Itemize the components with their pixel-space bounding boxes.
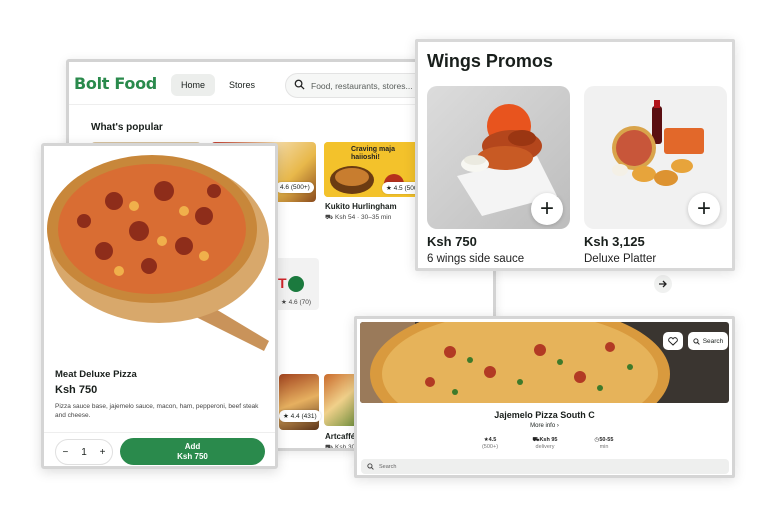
- delivery-icon: ⛟: [325, 444, 334, 451]
- pizza-image: [47, 155, 269, 351]
- arrow-right-icon: [659, 280, 667, 288]
- rating-badge: 4.6 (500+): [276, 182, 314, 193]
- search-button-label: Search: [702, 337, 724, 345]
- footer-divider: [44, 432, 275, 433]
- store-time-stat: ◷50-55 min: [594, 437, 614, 450]
- dish-description: Pizza sauce base, jajemelo sauce, macon,…: [55, 403, 259, 419]
- dish-title: Meat Deluxe Pizza: [55, 369, 137, 380]
- store-title: Jajemelo Pizza South C: [494, 410, 595, 420]
- svg-text:T: T: [278, 275, 287, 291]
- carousel-next-button[interactable]: [654, 275, 672, 293]
- quantity-value: 1: [81, 446, 87, 458]
- rating-badge: ★ 4.4 (431): [279, 410, 321, 422]
- star-icon: ★: [283, 413, 289, 420]
- minus-button[interactable]: −: [62, 447, 68, 458]
- heart-icon: [668, 336, 678, 346]
- store-delivery-meta: ⛟ Ksh 54 · 30–35 min: [325, 214, 392, 221]
- promo-banner-text: Craving maja haiioshi!: [351, 146, 395, 161]
- store-search-placeholder: Search: [379, 463, 397, 470]
- store-menu-search-input[interactable]: Search: [361, 459, 729, 474]
- nav-home-tab[interactable]: Home: [171, 74, 215, 96]
- star-icon: ★: [281, 299, 287, 306]
- dish-image: [44, 146, 275, 356]
- dish-detail-card: Meat Deluxe Pizza Ksh 750 Pizza sauce ba…: [41, 143, 278, 469]
- store-name[interactable]: Kukito Hurlingham: [325, 202, 397, 211]
- add-button-label: Add: [184, 441, 201, 451]
- search-icon: [367, 463, 374, 470]
- store-delivery-meta: ⛟ Ksh 30: [325, 444, 356, 451]
- more-info-link[interactable]: More info ›: [357, 423, 732, 429]
- add-button-price: Ksh 750: [177, 451, 208, 461]
- add-to-order-button[interactable]: Add Ksh 750: [120, 438, 265, 465]
- store-hero-image: Search: [360, 322, 729, 403]
- main-search-placeholder: Food, restaurants, stores...: [311, 80, 413, 91]
- favorite-button[interactable]: [663, 332, 683, 350]
- delivery-icon: ⛟: [325, 214, 334, 221]
- promo-name[interactable]: Deluxe Platter: [584, 253, 656, 265]
- wings-promos-title: Wings Promos: [427, 51, 553, 71]
- quantity-stepper: − 1 +: [55, 439, 113, 465]
- store-page-card: Search Jajemelo Pizza South C More info …: [354, 316, 735, 478]
- promo-price: Ksh 750: [427, 234, 477, 249]
- rating-text: ★ 4.6 (70): [281, 299, 312, 306]
- wings-promos-card: Wings Promos + Ksh 750 6 wings side sauc…: [415, 39, 735, 271]
- bolt-food-logo[interactable]: Bolt Food: [74, 74, 157, 93]
- store-name[interactable]: Artcaffé: [325, 432, 355, 441]
- search-icon: [693, 337, 700, 345]
- plus-button[interactable]: +: [100, 447, 106, 458]
- dish-price: Ksh 750: [55, 384, 98, 396]
- promo-name[interactable]: 6 wings side sauce: [427, 253, 524, 265]
- nav-stores-tab[interactable]: Stores: [229, 74, 255, 96]
- whats-popular-heading: What's popular: [91, 122, 163, 133]
- search-icon: [294, 79, 305, 92]
- store-delivery-stat: ⛟Ksh 95 delivery: [532, 437, 558, 450]
- store-rating-stat: ★4.5 (500+): [481, 437, 499, 450]
- store-search-button[interactable]: Search: [688, 332, 728, 350]
- star-icon: ★: [386, 185, 392, 192]
- add-to-cart-button[interactable]: +: [531, 193, 563, 225]
- promo-price: Ksh 3,125: [584, 234, 645, 249]
- add-to-cart-button[interactable]: +: [688, 193, 720, 225]
